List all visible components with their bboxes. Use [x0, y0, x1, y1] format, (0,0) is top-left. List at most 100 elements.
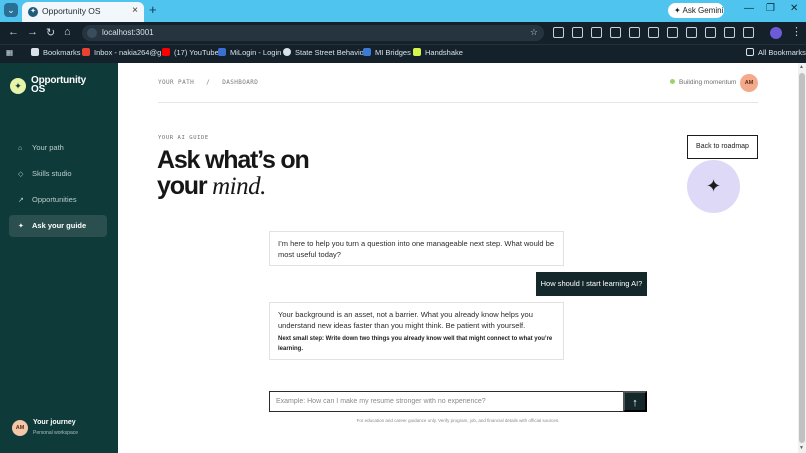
- home-icon: ⌂: [18, 145, 23, 152]
- tab-favicon-icon: ✦: [28, 7, 38, 17]
- forward-arrow-icon[interactable]: →: [27, 26, 38, 38]
- profile-avatar-icon[interactable]: [770, 27, 782, 39]
- new-tab-icon[interactable]: +: [149, 2, 157, 17]
- scroll-thumb[interactable]: [799, 73, 805, 443]
- ask-gemini-button[interactable]: ✦ Ask Gemini: [668, 3, 724, 18]
- logo-sparkle-icon: ✦: [10, 78, 26, 94]
- restore-icon[interactable]: ❐: [766, 3, 775, 14]
- user-avatar[interactable]: AM: [740, 74, 758, 92]
- download-icon[interactable]: [648, 27, 659, 38]
- page-title: Ask what’s on your mind.: [157, 146, 310, 200]
- scroll-up-icon[interactable]: ▲: [799, 64, 804, 70]
- bookmark-item[interactable]: MiLogin - Login: [218, 48, 281, 57]
- title-line-1: Ask what’s on: [157, 146, 310, 174]
- sidebar-item-label: Ask your guide: [32, 221, 87, 230]
- browser-menu-icon[interactable]: ⋮: [791, 25, 802, 38]
- sidebar-item-ask-your-guide[interactable]: ✦ Ask your guide: [9, 215, 107, 237]
- app-logo-text: Opportunity OS: [31, 75, 87, 95]
- browser-tab[interactable]: ✦ Opportunity OS ×: [22, 2, 144, 22]
- app-sidebar: ✦ Opportunity OS ⌂ Your path ◇ Skills stud…: [0, 63, 118, 453]
- youtube-icon: [162, 48, 170, 56]
- next-step-text: Next small step: Write down two things y…: [278, 336, 553, 352]
- payment-card-icon[interactable]: [705, 27, 716, 38]
- incognito-icon[interactable]: [743, 27, 754, 38]
- page-scrollbar[interactable]: ▲ ▼: [798, 63, 806, 453]
- window-close-icon[interactable]: ✕: [790, 3, 798, 14]
- back-arrow-icon[interactable]: ←: [8, 26, 19, 38]
- extensions-star-icon[interactable]: [591, 27, 602, 38]
- message-text: I’m here to help you turn a question int…: [278, 239, 555, 259]
- user-message: How should I start learning AI?: [536, 272, 647, 296]
- bookmark-item[interactable]: MI Bridges: [363, 48, 411, 57]
- bookmark-item[interactable]: (17) YouTube: [162, 48, 219, 57]
- password-key-icon[interactable]: [610, 27, 621, 38]
- breadcrumb: YOUR PATH / DASHBOARD: [158, 79, 259, 86]
- gmail-icon: [82, 48, 90, 56]
- arrow-up-right-icon: ↗: [18, 197, 24, 204]
- print-icon[interactable]: [572, 27, 583, 38]
- bookmark-label: MiLogin - Login: [230, 48, 282, 57]
- bookmark-label: Inbox - nakia264@g...: [94, 48, 168, 57]
- folder-icon: [746, 48, 754, 56]
- send-button[interactable]: ↑: [623, 391, 647, 412]
- bookmark-label: MI Bridges: [375, 48, 411, 57]
- main-content: YOUR PATH / DASHBOARD Building momentum …: [118, 63, 798, 453]
- sidebar-item-label: Opportunities: [32, 195, 77, 204]
- guide-sparkle-icon: ✦: [687, 160, 740, 213]
- bookmark-label: (17) YouTube: [174, 48, 219, 57]
- assistant-message: Your background is an asset, not a barri…: [269, 302, 564, 360]
- bookmarks-bar: ▦ Bookmarks Inbox - nakia264@g... (17) Y…: [0, 44, 806, 63]
- bookmark-label: State Street Behavio...: [295, 48, 371, 57]
- reload-icon[interactable]: ↻: [46, 26, 55, 39]
- milogin-icon: [218, 48, 226, 56]
- all-bookmarks-label: All Bookmarks: [758, 48, 806, 57]
- browser-tab-bar: ⌄ ✦ Opportunity OS × + ✦ Ask Gemini — ❐ …: [0, 0, 806, 22]
- message-text: How should I start learning AI?: [540, 279, 643, 288]
- address-bar[interactable]: localhost:3001 ☆: [82, 25, 544, 41]
- back-to-roadmap-button[interactable]: Back to roadmap: [687, 135, 758, 159]
- browser-toolbar: ← → ↻ ⌂ localhost:3001 ☆ ⋮: [0, 22, 806, 44]
- tab-close-icon[interactable]: ×: [132, 5, 138, 16]
- bookmark-item[interactable]: Inbox - nakia264@g...: [82, 48, 168, 57]
- home-browser-icon[interactable]: ⌂: [64, 26, 71, 38]
- sidebar-item-label: Your path: [32, 143, 64, 152]
- journey-subtitle: Personal workspace: [33, 430, 79, 436]
- bookmark-star-icon[interactable]: ☆: [530, 27, 538, 38]
- scroll-down-icon[interactable]: ▼: [799, 445, 804, 451]
- message-text: Your background is an asset, not a barri…: [278, 310, 533, 330]
- journey-title: Your journey: [33, 419, 76, 426]
- all-bookmarks-button[interactable]: All Bookmarks: [746, 48, 806, 57]
- bookmark-label: Handshake: [425, 48, 463, 57]
- site-info-icon[interactable]: [87, 28, 97, 38]
- apps-grid-icon[interactable]: ▦: [6, 48, 13, 57]
- sidebar-item-label: Skills studio: [32, 169, 72, 178]
- translate-icon[interactable]: [553, 27, 564, 38]
- tab-title: Opportunity OS: [42, 6, 101, 16]
- location-pin-icon[interactable]: [686, 27, 697, 38]
- chat-input[interactable]: [270, 392, 624, 411]
- mibridges-icon: [363, 48, 371, 56]
- title-line-2-italic: mind.: [212, 173, 266, 200]
- chat-composer: [269, 391, 624, 412]
- title-line-2-prefix: your: [157, 172, 213, 200]
- puzzle-icon[interactable]: [724, 27, 735, 38]
- avatar: AM: [12, 420, 28, 436]
- bookmark-item[interactable]: Handshake: [413, 48, 463, 57]
- sidebar-item-opportunities[interactable]: ↗ Opportunities: [9, 189, 107, 211]
- reading-list-icon[interactable]: [667, 27, 678, 38]
- bookmark-label: Bookmarks: [43, 48, 81, 57]
- ask-gemini-label: Ask Gemini: [682, 6, 724, 15]
- sidebar-item-your-path[interactable]: ⌂ Your path: [9, 137, 107, 159]
- minimize-icon[interactable]: —: [744, 3, 754, 14]
- eyebrow-label: YOUR AI GUIDE: [158, 135, 209, 141]
- status-badge: Building momentum: [670, 79, 736, 86]
- url-text: localhost:3001: [102, 28, 154, 37]
- sidebar-item-skills-studio[interactable]: ◇ Skills studio: [9, 163, 107, 185]
- sparkle-icon: ✦: [18, 223, 24, 230]
- bookmark-item[interactable]: Bookmarks: [31, 48, 81, 57]
- status-text: Building momentum: [679, 79, 737, 86]
- history-icon[interactable]: [629, 27, 640, 38]
- tab-search-icon[interactable]: ⌄: [4, 3, 18, 17]
- bookmark-item[interactable]: State Street Behavio...: [283, 48, 370, 57]
- disclaimer-text: For education and career guidance only. …: [356, 418, 560, 423]
